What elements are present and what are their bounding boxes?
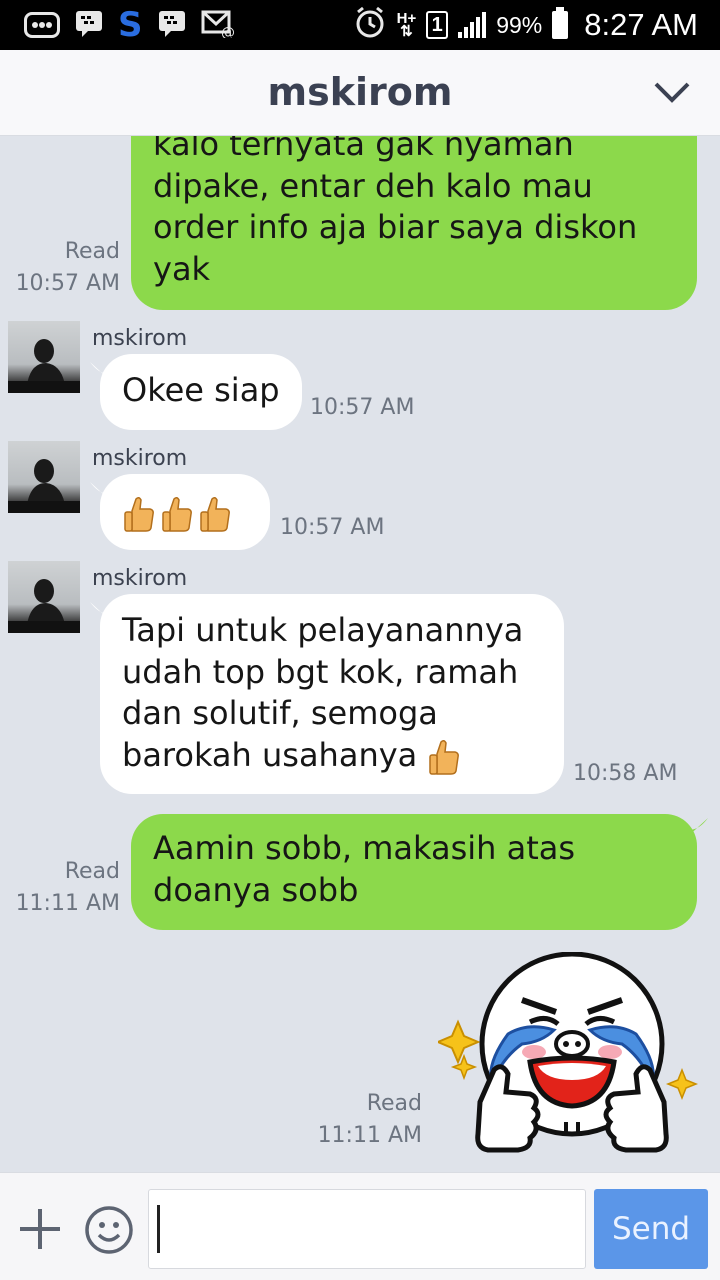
message-line: udah top bgt kok, ramah <box>122 652 519 691</box>
chat-area[interactable]: kalo ternyata gak nyaman dipake, entar d… <box>0 136 720 1172</box>
bbm-icon-2 <box>157 8 187 42</box>
more-dots-icon <box>24 12 60 38</box>
received-emoji-bubble[interactable] <box>100 474 270 550</box>
send-button[interactable]: Send <box>594 1189 708 1269</box>
text-cursor <box>157 1205 160 1253</box>
status-bar: S @ H+ ⇅ 1 99% 8:27 AM <box>0 0 720 50</box>
alarm-icon <box>353 6 387 44</box>
bbm-icon <box>74 8 104 42</box>
s-app-icon: S <box>118 5 143 45</box>
signal-icon <box>458 12 487 38</box>
thumbs-up-icon <box>162 496 192 532</box>
network-type: H+ ⇅ <box>396 10 417 40</box>
received-message-bubble[interactable]: Tapi untuk pelayanannya udah top bgt kok… <box>100 594 564 794</box>
message-line: dan solutif, semoga <box>122 694 438 732</box>
message-line: dipake, entar deh kalo mau <box>153 166 593 205</box>
sent-message-bubble[interactable]: Aamin sobb, makasih atas doanya sobb <box>131 814 697 930</box>
message-time: 10:57 AM <box>310 395 415 420</box>
message-time: 11:11 AM <box>317 1123 422 1148</box>
avatar[interactable] <box>8 441 80 513</box>
message-time: 11:11 AM <box>15 891 120 916</box>
message-line: kalo ternyata gak nyaman <box>153 136 574 163</box>
thumbs-up-icon <box>124 496 154 532</box>
read-receipt: Read <box>64 239 120 264</box>
sent-message-bubble[interactable]: kalo ternyata gak nyaman dipake, entar d… <box>131 136 697 310</box>
message-input-bar: Send <box>0 1172 720 1280</box>
received-message-bubble[interactable]: Okee siap <box>100 354 302 430</box>
read-receipt: Read <box>64 859 120 884</box>
message-line: doanya sobb <box>153 870 359 909</box>
thumbs-up-icon <box>429 739 460 775</box>
message-time: 10:58 AM <box>573 761 678 786</box>
sender-name: mskirom <box>92 326 188 351</box>
email-icon: @ <box>201 8 235 42</box>
message-input[interactable] <box>148 1189 586 1269</box>
message-line: barokah usahanya <box>122 735 542 777</box>
message-line: Tapi untuk pelayanannya <box>122 611 524 649</box>
avatar[interactable] <box>8 321 80 393</box>
bubble-tail <box>684 818 708 840</box>
message-time: 10:57 AM <box>280 515 385 540</box>
sim-indicator: 1 <box>426 11 449 39</box>
crying-face-thumbs-up-sticker[interactable] <box>435 951 700 1162</box>
sender-name: mskirom <box>92 446 188 471</box>
avatar[interactable] <box>8 561 80 633</box>
svg-text:@: @ <box>221 25 235 38</box>
read-receipt: Read <box>366 1091 422 1116</box>
add-attachment-button[interactable] <box>18 1207 62 1251</box>
message-time: 10:57 AM <box>15 271 120 296</box>
clock: 8:27 AM <box>584 7 698 42</box>
sender-name: mskirom <box>92 566 188 591</box>
chat-title: mskirom <box>267 70 453 114</box>
message-line: yak <box>153 249 211 288</box>
emoji-button[interactable] <box>84 1205 134 1255</box>
thumbs-up-icon <box>200 496 230 532</box>
chevron-down-icon[interactable] <box>652 72 692 112</box>
battery-percent: 99% <box>496 11 543 38</box>
message-line: order info aja biar saya diskon <box>153 208 638 246</box>
message-line-text: barokah usahanya <box>122 735 418 774</box>
battery-icon <box>552 7 569 39</box>
message-text: Okee siap <box>122 371 280 409</box>
message-line: Aamin sobb, makasih atas <box>153 829 576 867</box>
chat-header: mskirom <box>0 50 720 136</box>
